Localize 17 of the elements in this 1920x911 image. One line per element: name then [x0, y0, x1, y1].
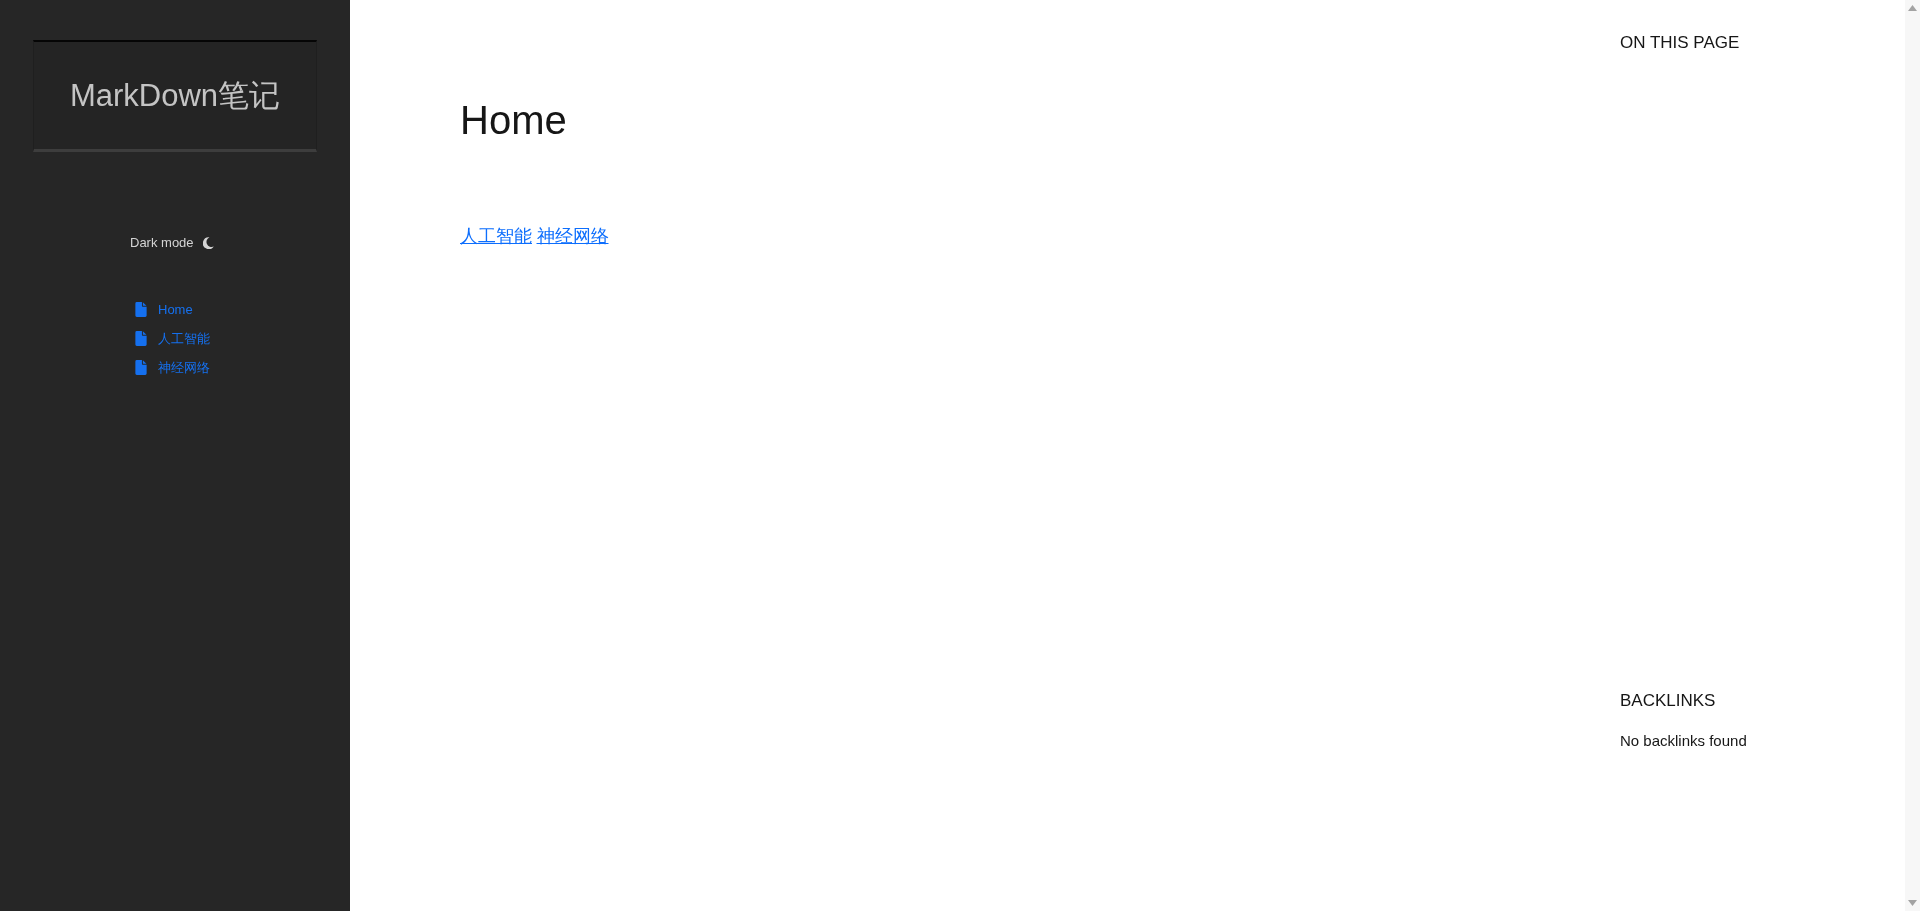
- backlinks-heading: BACKLINKS: [1620, 690, 1717, 712]
- toc-heading: ON THIS PAGE: [1620, 32, 1741, 54]
- page-link[interactable]: 人工智能: [460, 226, 532, 246]
- logo-text: MarkDown笔记: [69, 77, 281, 114]
- page-link[interactable]: 神经网络: [536, 226, 609, 246]
- document-icon: [135, 302, 147, 317]
- page-title: Home: [460, 97, 568, 144]
- nav-link[interactable]: Home: [135, 295, 193, 324]
- moon-icon: [202, 237, 214, 249]
- dark-mode-toggle[interactable]: Dark mode: [130, 234, 214, 252]
- nav-link[interactable]: 人工智能: [135, 324, 210, 353]
- document-icon: [135, 331, 147, 346]
- document-icon: [135, 360, 147, 375]
- scroll-up-icon[interactable]: [1908, 5, 1917, 11]
- nav-link[interactable]: 神经网络: [135, 353, 210, 382]
- scroll-down-icon[interactable]: [1908, 900, 1917, 906]
- no-backlinks-text: No backlinks found: [1620, 731, 1748, 751]
